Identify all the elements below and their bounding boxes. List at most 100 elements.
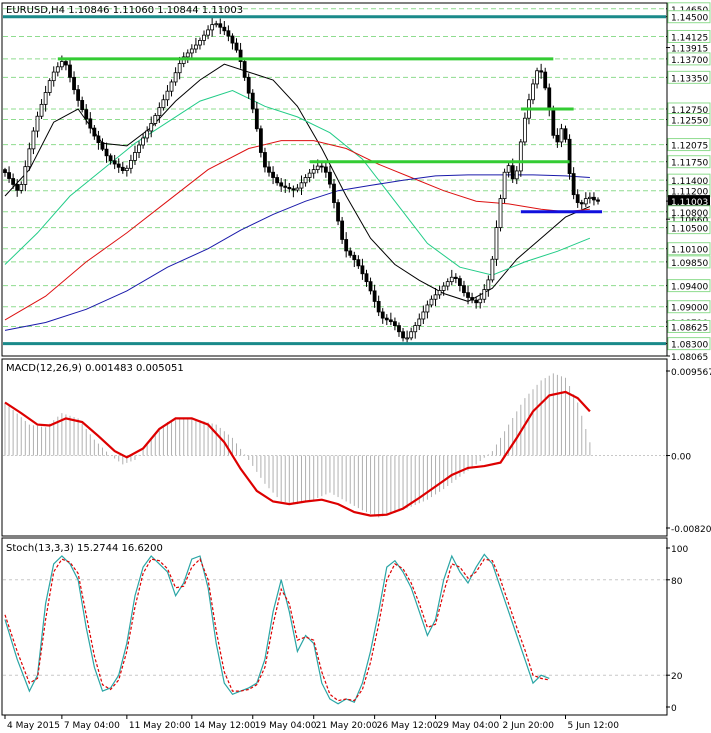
time-label: 14 May 12:00 <box>194 721 256 731</box>
candle-body <box>303 177 308 184</box>
candle-body <box>372 290 377 302</box>
candle-body <box>494 227 499 260</box>
candle-body <box>364 273 369 283</box>
candle-body <box>11 178 16 185</box>
candle-body <box>287 187 292 190</box>
price-label: 1.11750 <box>671 159 708 169</box>
candle-body <box>92 127 97 137</box>
candle-body <box>559 128 564 143</box>
candle-body <box>315 165 320 171</box>
candle-body <box>579 202 584 205</box>
candle-body <box>295 187 300 191</box>
candle-body <box>575 194 580 203</box>
candle-body <box>80 100 85 111</box>
candle-body <box>319 165 324 168</box>
candle-body <box>271 171 275 178</box>
price-label: 1.09000 <box>671 304 708 314</box>
price-label: 1.13350 <box>671 74 708 84</box>
candle-body <box>210 24 215 31</box>
candle-body <box>531 83 535 101</box>
price-label: 1.12075 <box>671 142 708 152</box>
candle-body <box>100 142 105 150</box>
candle-body <box>214 23 219 26</box>
candle-body <box>104 148 109 157</box>
candle-body <box>258 128 263 153</box>
candle-body <box>141 137 145 146</box>
candle-body <box>563 128 568 140</box>
candle-body <box>15 184 20 191</box>
price-label: 1.14125 <box>671 33 708 43</box>
candle-body <box>161 99 166 109</box>
candle-body <box>352 254 357 261</box>
candle-body <box>360 265 365 275</box>
candle-body <box>64 61 68 66</box>
candle-body <box>242 61 247 78</box>
candle-body <box>466 292 470 298</box>
candle-body <box>401 331 405 339</box>
candle-body <box>332 183 336 203</box>
candle-body <box>518 141 523 172</box>
time-label: 2 Jun 20:00 <box>503 721 555 731</box>
candle-body <box>514 170 519 180</box>
candle-body <box>413 325 418 333</box>
candle-body <box>336 202 340 222</box>
candle-body <box>417 318 422 326</box>
stoch-tick-label: 100 <box>671 545 688 555</box>
price-label: 1.09850 <box>671 259 708 269</box>
candle-body <box>348 250 353 256</box>
candle-body <box>267 166 271 173</box>
candle-body <box>153 115 158 124</box>
candle-body <box>433 294 438 300</box>
trading-chart[interactable]: EURUSD,H4 1.10846 1.11060 1.10844 1.1100… <box>0 0 711 733</box>
price-label: 1.08065 <box>671 353 708 363</box>
time-label: 5 Jun 12:00 <box>568 721 620 731</box>
price-label: 1.12550 <box>671 117 708 127</box>
candle-body <box>539 70 544 73</box>
candle-body <box>202 34 206 41</box>
price-label: 1.10500 <box>671 225 708 235</box>
candle-body <box>445 281 450 287</box>
candle-body <box>486 279 491 290</box>
candle-body <box>275 177 280 184</box>
candle-body <box>206 29 210 36</box>
candle-body <box>587 196 592 200</box>
candle-body <box>55 66 60 73</box>
candle-body <box>522 117 527 143</box>
candle-body <box>96 135 101 143</box>
candle-body <box>490 258 495 281</box>
candle-body <box>283 185 288 188</box>
candle-body <box>177 63 182 74</box>
candle-body <box>482 289 487 300</box>
time-label: 4 May 2015 <box>7 721 60 731</box>
candle-body <box>397 325 401 333</box>
candle-body <box>291 188 296 191</box>
candle-body <box>173 72 178 83</box>
stoch-tick-label: 0 <box>671 704 677 714</box>
candle-body <box>425 304 430 313</box>
candle-body <box>421 311 426 320</box>
candle-body <box>340 220 345 240</box>
candle-body <box>72 76 76 91</box>
candle-body <box>145 130 150 139</box>
price-axis[interactable]: 1.146501.145001.141251.139151.137001.133… <box>666 2 711 363</box>
candle-body <box>551 108 556 136</box>
candle-body <box>51 71 56 82</box>
candle-body <box>449 276 454 283</box>
candle-body <box>263 152 267 168</box>
candle-body <box>506 165 511 173</box>
candle-body <box>222 26 227 32</box>
time-label: 11 May 20:00 <box>129 721 191 731</box>
candle-body <box>149 123 154 132</box>
candle-body <box>393 321 397 326</box>
price-label: 1.14500 <box>671 14 708 24</box>
candle-body <box>510 165 515 180</box>
candle-body <box>571 173 576 196</box>
candle-body <box>583 198 588 205</box>
candle-body <box>356 259 361 267</box>
candle-body <box>441 285 446 291</box>
candle-body <box>230 35 235 44</box>
candle-body <box>84 109 89 120</box>
candle-body <box>189 48 194 54</box>
price-label: 1.13700 <box>671 56 708 66</box>
time-label: 26 May 12:00 <box>377 721 439 731</box>
